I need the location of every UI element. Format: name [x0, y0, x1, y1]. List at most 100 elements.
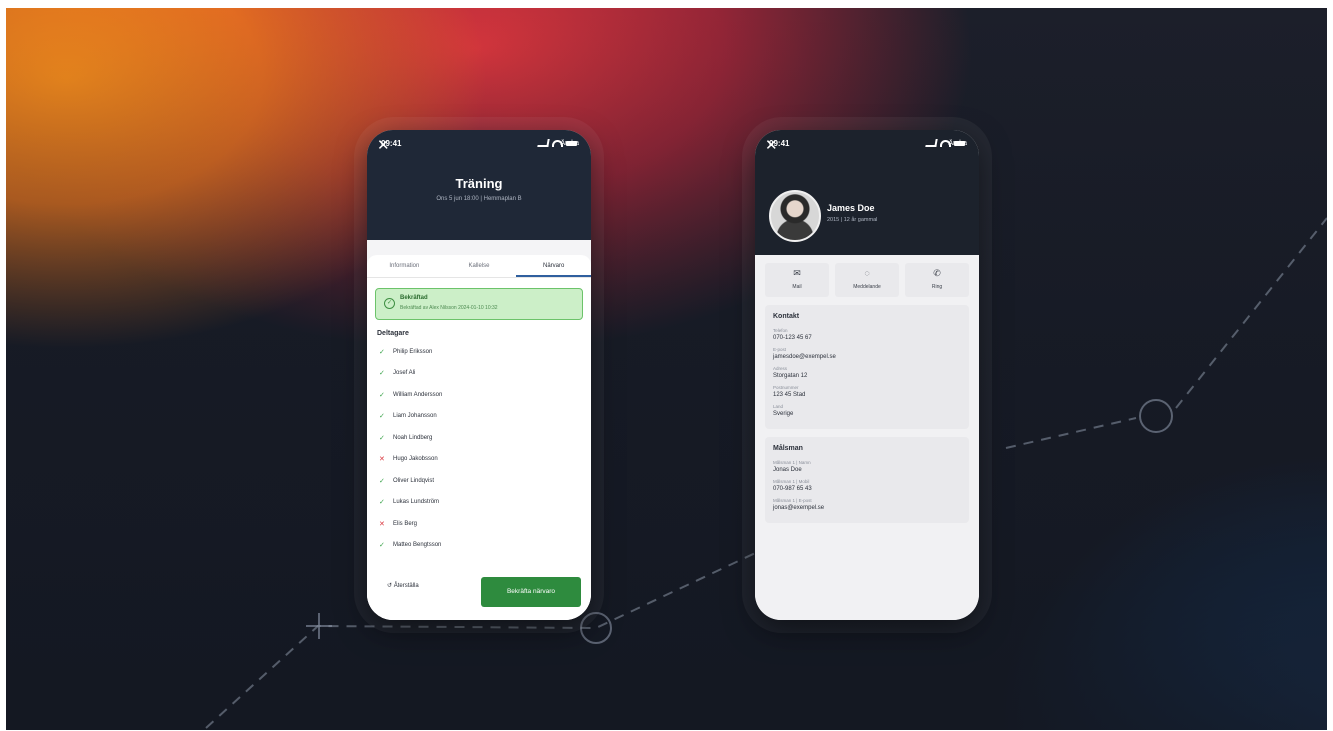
action-buttons: ✉ Mail ◌ Meddelande ✆ Ring [755, 255, 979, 297]
tab-narvaro[interactable]: Närvaro [516, 255, 591, 277]
confirm-attendance-button[interactable]: Bekräfta närvaro [481, 577, 581, 607]
attendee-name: Josef Ali [393, 370, 416, 377]
check-icon: ✓ [379, 499, 385, 507]
attendee-row[interactable]: ✕ Elis Berg [367, 513, 591, 535]
signal-icon [537, 139, 550, 147]
check-circle-icon: ✓ [384, 298, 395, 309]
attendee-name: Hugo Jakobsson [393, 456, 438, 463]
info-field: E-post jamesdoe@exempel.se [773, 347, 961, 360]
attendee-name: Matteo Bengtsson [393, 542, 442, 549]
event-subtitle: Ons 5 jun 18:00 | Hemmaplan B [436, 196, 522, 202]
info-field: Målsman 1 | E-post jonas@exempel.se [773, 498, 961, 511]
call-button[interactable]: ✆ Ring [905, 263, 969, 297]
message-button[interactable]: ◌ Meddelande [835, 263, 899, 297]
check-icon: ✓ [379, 391, 385, 399]
reset-button[interactable]: ↺ Återställa [387, 582, 419, 589]
avatar [769, 190, 821, 242]
info-field: Land Sverige [773, 404, 961, 417]
edit-button[interactable]: Ändra [948, 140, 967, 147]
contact-heading: Kontakt [773, 313, 800, 320]
mail-button[interactable]: ✉ Mail [765, 263, 829, 297]
phone-screen-profile: 09:41 ✕ Ändra James Doe 2015 | 12 år gam… [755, 130, 979, 620]
check-icon: ✓ [379, 434, 385, 442]
event-title: Träning [455, 176, 503, 191]
info-field: Målsman 1 | Mobil 070-987 65 43 [773, 479, 961, 492]
field-value[interactable]: Sverige [773, 411, 961, 417]
attendee-row[interactable]: ✓ Lukas Lundström [367, 492, 591, 514]
field-value[interactable]: Jonas Doe [773, 467, 961, 473]
attendee-name: Elis Berg [393, 520, 418, 527]
field-label: Målsman 1 | Mobil [773, 479, 810, 484]
profile-meta: 2015 | 12 år gammal [827, 217, 878, 223]
close-icon[interactable]: ✕ [765, 136, 778, 154]
mail-icon: ✉ [793, 268, 801, 278]
decorative-path-lines [205, 217, 1327, 729]
message-label: Meddelande [853, 284, 881, 290]
field-label: Telefon [773, 328, 788, 333]
close-icon[interactable]: ✕ [377, 136, 390, 154]
signal-icon [925, 139, 938, 147]
edit-button[interactable]: Ändra [560, 140, 579, 147]
guardian-heading: Målsman [773, 445, 803, 452]
attendee-row[interactable]: ✓ William Andersson [367, 384, 591, 406]
attendee-row[interactable]: ✓ Oliver Lindqvist [367, 470, 591, 492]
field-value[interactable]: Storgatan 12 [773, 373, 961, 379]
tab-information[interactable]: Information [367, 255, 442, 277]
notice-text: Bekräftad av Alex Nilsson 2024-01-10 10:… [400, 305, 498, 311]
field-value[interactable]: 070-123 45 67 [773, 335, 961, 341]
event-body: Information Kallelse Närvaro ✓ Bekräftad… [367, 255, 591, 620]
field-value[interactable]: jamesdoe@exempel.se [773, 354, 961, 360]
attendee-row[interactable]: ✓ Noah Lindberg [367, 427, 591, 449]
info-field: Målsman 1 | Namn Jonas Doe [773, 460, 961, 473]
info-field: Telefon 070-123 45 67 [773, 328, 961, 341]
guardian-fields: Målsman 1 | Namn Jonas Doe Målsman 1 | Mob… [773, 460, 961, 511]
reset-label: Återställa [393, 583, 419, 589]
field-label: Land [773, 404, 784, 409]
confirmed-notice: ✓ Bekräftad Bekräftad av Alex Nilsson 20… [375, 288, 583, 320]
check-icon: ✓ [379, 477, 385, 485]
attendee-row[interactable]: ✕ Hugo Jakobsson [367, 449, 591, 471]
field-label: Målsman 1 | Namn [773, 460, 811, 465]
notice-title: Bekräftad [400, 295, 428, 301]
field-value[interactable]: 123 45 Stad [773, 392, 961, 398]
tab-kallelse[interactable]: Kallelse [442, 255, 517, 277]
mail-label: Mail [792, 284, 802, 290]
attendee-name: Oliver Lindqvist [393, 477, 435, 484]
call-label: Ring [931, 284, 943, 290]
attendee-name: Liam Johansson [393, 413, 437, 420]
attendee-list: ✓ Philip Eriksson ✓ Josef Ali ✓ William Ander… [367, 341, 591, 556]
event-header: 09:41 ✕ Ändra Träning Ons 5 jun 18:00 | … [367, 130, 591, 240]
phone-screen-attendance: 09:41 ✕ Ändra Träning Ons 5 jun 18:00 | … [367, 130, 591, 620]
field-label: Målsman 1 | E-post [773, 498, 812, 503]
tab-bar: Information Kallelse Närvaro [367, 255, 591, 278]
attendee-row[interactable]: ✓ Liam Johansson [367, 406, 591, 428]
attendee-name: Philip Eriksson [393, 348, 433, 355]
contact-card: Kontakt Telefon 070-123 45 67 E-post jamesd… [765, 305, 969, 429]
field-value[interactable]: 070-987 65 43 [773, 486, 961, 492]
profile-name: James Doe [827, 203, 875, 213]
status-bar: 09:41 [367, 130, 591, 156]
participants-heading: Deltagare [377, 330, 409, 337]
attendee-row[interactable]: ✓ Matteo Bengtsson [367, 535, 591, 557]
attendance-footer: ↺ Återställa Bekräfta närvaro [367, 566, 591, 620]
attendee-name: Noah Lindberg [393, 434, 433, 441]
profile-body: ✉ Mail ◌ Meddelande ✆ Ring Kontakt Telef… [755, 255, 979, 620]
check-icon: ✓ [379, 370, 385, 378]
info-field: Postnummer 123 45 Stad [773, 385, 961, 398]
attendee-name: Lukas Lundström [393, 499, 440, 506]
attendee-row[interactable]: ✓ Josef Ali [367, 363, 591, 385]
attendee-row[interactable]: ✓ Philip Eriksson [367, 341, 591, 363]
field-label: Postnummer [773, 385, 799, 390]
field-label: E-post [773, 347, 787, 352]
status-bar: 09:41 [755, 130, 979, 156]
profile-header: 09:41 ✕ Ändra James Doe 2015 | 12 år gam… [755, 130, 979, 255]
guardian-card: Målsman Målsman 1 | Namn Jonas Doe Målsman… [765, 437, 969, 523]
check-icon: ✓ [379, 413, 385, 421]
message-icon: ◌ [864, 268, 870, 278]
check-icon: ✓ [379, 542, 385, 550]
field-label: Adress [773, 366, 788, 371]
contact-fields: Telefon 070-123 45 67 E-post jamesdoe@exemp… [773, 328, 961, 417]
attendee-name: William Andersson [393, 391, 443, 398]
cross-icon: ✕ [379, 520, 385, 528]
field-value[interactable]: jonas@exempel.se [773, 505, 961, 511]
